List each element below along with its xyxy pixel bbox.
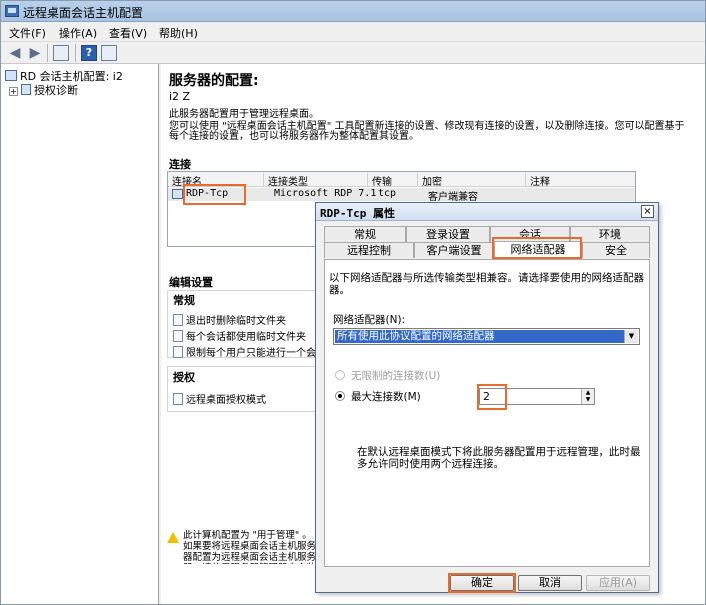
diagnostics-icon	[21, 84, 31, 95]
setting-item[interactable]: 远程桌面授权模式	[173, 391, 315, 406]
toolbar: ◀ ▶ ?	[1, 42, 705, 64]
spinner-arrows-icon[interactable]: ▲ ▼	[581, 389, 594, 404]
properties-dialog: RDP-Tcp 属性 × 常规 登录设置 会话 环境 远程控制 客户端设置 网络…	[315, 202, 659, 593]
connection-transport: tcp	[378, 188, 397, 199]
tab-environment[interactable]: 环境	[570, 226, 650, 242]
tree-item-licensing[interactable]: + 授权诊断	[9, 82, 78, 98]
column-header[interactable]: 连接类型	[268, 173, 368, 188]
licensing-heading: 授权	[173, 371, 195, 384]
menu-file[interactable]: 文件(F)	[9, 25, 46, 41]
edit-settings-heading: 编辑设置	[169, 276, 213, 289]
chevron-down-icon[interactable]: ▼	[624, 330, 638, 343]
show-tree-icon[interactable]	[53, 45, 69, 61]
setting-icon	[173, 314, 183, 326]
highlight-box	[448, 573, 516, 593]
column-header[interactable]: 注释	[530, 173, 630, 188]
general-heading: 常规	[173, 294, 195, 307]
warning-text: 此计算机配置为 "用于管理" 。如果要将远程桌面会话主机服务器配置为远程桌面会话…	[183, 530, 317, 564]
tab-logon[interactable]: 登录设置	[406, 226, 490, 242]
highlight-box	[183, 184, 246, 205]
note-line: 多允许同时使用两个远程连接。	[357, 458, 504, 470]
description-line: 每个连接的设置，也可以将服务器作为整体配置其设置。	[169, 131, 419, 142]
menu-action[interactable]: 操作(A)	[59, 25, 97, 41]
adapter-selected-value: 所有使用此协议配置的网络适配器	[335, 330, 624, 343]
setting-icon	[173, 346, 183, 358]
menu-bar: 文件(F) 操作(A) 查看(V) 帮助(H)	[1, 22, 705, 42]
menu-help[interactable]: 帮助(H)	[159, 25, 198, 41]
connection-encryption: 客户端兼容	[428, 192, 478, 203]
edit-settings-panel: 编辑设置 常规 退出时删除临时文件夹 每个会话都使用临时文件夹 限制每个用户只能…	[167, 276, 317, 540]
console-tree: RD 会话主机配置: i2 + 授权诊断	[1, 64, 159, 604]
server-name: i2 Z	[169, 90, 191, 103]
expand-icon[interactable]: +	[9, 87, 18, 96]
setting-icon	[173, 393, 183, 405]
back-arrow-icon[interactable]: ◀	[7, 45, 23, 61]
tab-security[interactable]: 安全	[582, 242, 650, 258]
setting-item[interactable]: 退出时删除临时文件夹	[173, 312, 315, 327]
tab-client-settings[interactable]: 客户端设置	[414, 242, 494, 258]
window-title: 远程桌面会话主机配置	[23, 6, 144, 20]
dialog-title-bar: RDP-Tcp 属性 ×	[316, 203, 658, 221]
max-connections-label: 最大连接数(M)	[351, 391, 421, 403]
setting-label: 每个会话都使用临时文件夹	[186, 332, 306, 343]
intro-line: 器。	[329, 284, 350, 296]
dialog-title: RDP-Tcp 属性	[320, 207, 395, 220]
setting-item[interactable]: 限制每个用户只能进行一个会话	[173, 344, 315, 359]
highlight-box	[492, 237, 582, 259]
max-connections-radio[interactable]	[335, 391, 345, 401]
toolbar-separator	[47, 44, 48, 62]
unlimited-label: 无限制的连接数(U)	[351, 370, 441, 382]
column-header[interactable]: 传输	[372, 173, 418, 188]
intro-line: 以下网络适配器与所选传输类型相兼容。请选择要使用的网络适配器	[329, 272, 644, 284]
forward-arrow-icon[interactable]: ▶	[27, 45, 43, 61]
close-icon[interactable]: ×	[641, 205, 654, 218]
action-pane-icon[interactable]	[101, 45, 117, 61]
server-icon	[5, 70, 17, 81]
cancel-button[interactable]: 取消	[518, 575, 582, 591]
app-icon	[5, 5, 19, 17]
network-adapter-page: 以下网络适配器与所选传输类型相兼容。请选择要使用的网络适配器 器。 网络适配器(…	[324, 259, 650, 567]
app-window: 远程桌面会话主机配置 文件(F) 操作(A) 查看(V) 帮助(H) ◀ ▶ ?…	[0, 0, 706, 605]
network-adapter-select[interactable]: 所有使用此协议配置的网络适配器 ▼	[333, 328, 640, 345]
setting-label: 远程桌面授权模式	[186, 395, 266, 406]
unlimited-radio[interactable]	[335, 370, 345, 380]
warning-icon	[167, 532, 179, 543]
setting-item[interactable]: 每个会话都使用临时文件夹	[173, 328, 315, 343]
toolbar-separator	[75, 44, 76, 62]
page-title: 服务器的配置:	[169, 73, 259, 89]
connections-heading: 连接	[169, 158, 191, 171]
title-bar: 远程桌面会话主机配置	[1, 1, 705, 22]
setting-icon	[173, 330, 183, 342]
setting-label: 限制每个用户只能进行一个会话	[186, 348, 315, 359]
connection-type: Microsoft RDP 7.1	[274, 188, 377, 199]
column-header[interactable]: 加密	[422, 173, 526, 188]
help-icon[interactable]: ?	[81, 45, 97, 61]
setting-label: 退出时删除临时文件夹	[186, 316, 286, 327]
tree-item-label: 授权诊断	[34, 84, 78, 97]
tab-remote-control[interactable]: 远程控制	[324, 242, 414, 258]
highlight-box	[477, 384, 507, 410]
adapter-label: 网络适配器(N):	[333, 314, 406, 326]
tab-general[interactable]: 常规	[324, 226, 406, 242]
connection-icon	[172, 189, 183, 199]
apply-button[interactable]: 应用(A)	[586, 575, 650, 591]
menu-view[interactable]: 查看(V)	[109, 25, 147, 41]
